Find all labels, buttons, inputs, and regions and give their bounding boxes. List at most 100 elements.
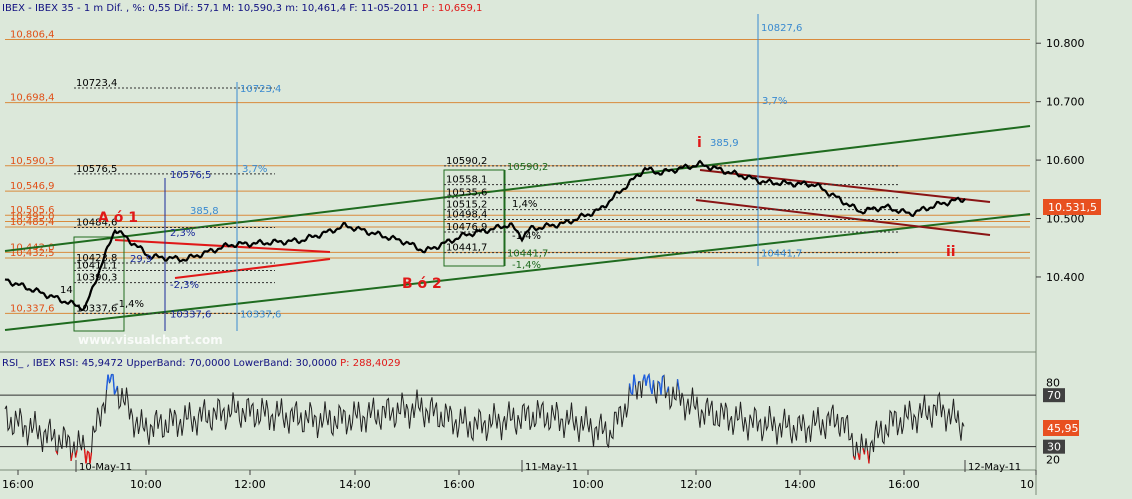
rsi-highlight-segment [860, 454, 861, 460]
rsi-last-badge-text: 45,95 [1047, 422, 1079, 435]
rsi-highlight-segment [663, 375, 665, 376]
time-tick-label: 12:00 [234, 478, 266, 491]
rsi-header-upper-label: UpperBand: [126, 358, 185, 369]
measure-label: 1,4% [512, 199, 537, 210]
price-tick-label: 10.600 [1046, 154, 1085, 167]
price-header-min: 10,461,4 [302, 3, 347, 14]
time-tick-label: 16:00 [2, 478, 34, 491]
price-header-dif-label: Dif.: [174, 3, 194, 14]
price-header-date: 11-05-2011 [361, 3, 419, 14]
range-label: 10723,4 [240, 84, 281, 95]
price-tick-label: 10.400 [1046, 271, 1085, 284]
rsi-header-rsi-label: RSI: [59, 358, 79, 369]
projection-label: 10576,5 [76, 164, 117, 175]
rsi-band-label: 30 [1047, 441, 1061, 454]
price-header-date-label: F: [349, 3, 357, 14]
range-label: 10590,2 [507, 162, 548, 173]
price-header-max: 10,590,3 [238, 3, 283, 14]
projection-label: 10476,9 [446, 222, 487, 233]
range-label: 10576,5 [170, 170, 211, 181]
price-header: IBEX - IBEX 35 - 1 m Dif. , %: 0,55 Dif.… [2, 3, 482, 14]
level-label: 10,590,3 [10, 156, 55, 167]
measure-label: -1,4% [115, 299, 144, 310]
rsi-header: RSI_ , IBEX RSI: 45,9472 UpperBand: 70,0… [2, 358, 400, 369]
chart-window: IBEX - IBEX 35 - 1 m Dif. , %: 0,55 Dif.… [0, 0, 1132, 495]
price-header-name: IBEX 35 [35, 3, 74, 14]
chart-svg[interactable]: IBEX - IBEX 35 - 1 m Dif. , %: 0,55 Dif.… [0, 0, 1132, 495]
rsi-band-label: 70 [1047, 389, 1061, 402]
price-header-last-label: P : [422, 3, 435, 14]
rsi-last-badge: 45,95 [1043, 420, 1079, 436]
rsi-tick-label: 20 [1046, 454, 1060, 467]
time-tick-label: 14:00 [339, 478, 371, 491]
wave-label-a1: A ó 1 [98, 210, 138, 226]
range-label: 10337,6 [240, 309, 281, 320]
measure-label: 385,9 [710, 138, 739, 149]
measure-label: 385,8 [190, 206, 219, 217]
projection-label: 10337,6 [76, 303, 117, 314]
measure-label: -1,4% [512, 231, 541, 242]
price-header-pct-label: %: [132, 3, 145, 14]
level-label: 10,806,4 [10, 29, 55, 40]
time-tick-label: 10:00 [572, 478, 604, 491]
price-header-max-label: M: [222, 3, 234, 14]
time-tick-label: 10:00 [130, 478, 162, 491]
last-price-badge: 10.531,5 [1043, 199, 1101, 215]
rsi-highlight-segment [110, 382, 111, 383]
range-label: 10441,7 [761, 249, 802, 260]
measure-label: 29,9 [130, 254, 152, 265]
price-header-symbol: IBEX [2, 3, 25, 14]
range-label: 10337,6 [170, 309, 211, 320]
measure-label: 3,7% [762, 96, 787, 107]
rsi-panel[interactable]: RSI_ , IBEX RSI: 45,9472 UpperBand: 70,0… [2, 358, 400, 369]
watermark: www.visualchart.com [78, 333, 223, 347]
wave-label-ii: ii [946, 244, 956, 260]
price-tick-label: 10.700 [1046, 96, 1085, 109]
measure-label: -2,3% [170, 280, 199, 291]
measure-label: 2,3% [170, 228, 195, 239]
price-header-interval: 1 m [84, 3, 103, 14]
rsi-header-lower-label: LowerBand: [233, 358, 292, 369]
price-header-style: Dif. [106, 3, 122, 14]
price-header-min-label: m: [285, 3, 298, 14]
rsi-header-rsi: 45,9472 [82, 358, 123, 369]
rsi-header-upper: 70,0000 [189, 358, 230, 369]
measure-label: -1,4% [512, 260, 541, 271]
range-label: 10441,7 [507, 249, 548, 260]
time-tick-label: 12:00 [680, 478, 712, 491]
projection-label: 10590,2 [446, 156, 487, 167]
date-marker-label: 12-May-11 [968, 462, 1021, 473]
measure-label: 3,7% [242, 164, 267, 175]
level-label: 10,546,9 [10, 181, 55, 192]
rsi-tick-label: 80 [1046, 376, 1060, 389]
price-header-last: 10,659,1 [438, 3, 483, 14]
level-label: 10,337,6 [10, 303, 55, 314]
time-tick-label: 10 [1020, 478, 1034, 491]
projection-label: 10441,7 [446, 243, 487, 254]
range-label: 10827,6 [761, 23, 802, 34]
projection-label: 10498,4 [446, 209, 487, 220]
date-marker-label: 10-May-11 [79, 462, 132, 473]
rsi-header-lower: 30,0000 [296, 358, 337, 369]
rsi-header-symbol: IBEX [33, 358, 56, 369]
rsi-header-p-label: P: [340, 358, 349, 369]
wave-label-i: i [697, 135, 702, 151]
projection-label: 10558,1 [446, 175, 487, 186]
projection-label: 10390,3 [76, 273, 117, 284]
projection-label: 10723,4 [76, 78, 117, 89]
time-tick-label: 16:00 [888, 478, 920, 491]
level-label: 10,485,4 [10, 217, 55, 228]
wave-label-b2: B ó 2 [402, 276, 442, 292]
level-label: 10,698,4 [10, 93, 55, 104]
date-marker-label: 11-May-11 [525, 462, 578, 473]
time-tick-label: 14:00 [784, 478, 816, 491]
projection-label: 10411,1 [76, 260, 117, 271]
time-tick-label: 16:00 [443, 478, 475, 491]
rsi-header-name: RSI_ [2, 358, 24, 369]
rsi-header-p: 288,4029 [353, 358, 401, 369]
price-header-pct: 0,55 [148, 3, 170, 14]
price-header-dif: 57,1 [197, 3, 219, 14]
projection-label: 10535,6 [446, 188, 487, 199]
last-price-badge-text: 10.531,5 [1048, 201, 1097, 214]
price-tick-label: 10.800 [1046, 37, 1085, 50]
